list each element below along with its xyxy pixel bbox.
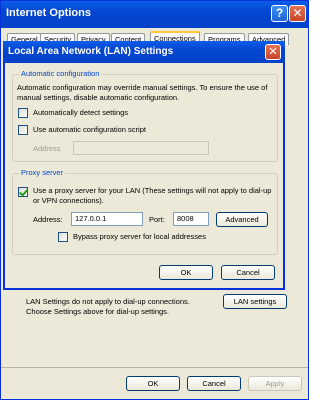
use-config-script-label[interactable]: Use automatic configuration script — [33, 125, 146, 135]
use-proxy-checkbox[interactable] — [18, 187, 28, 197]
lan-ok-button[interactable]: OK — [159, 265, 213, 280]
close-button[interactable]: ✕ — [289, 5, 306, 22]
use-config-script-checkbox[interactable] — [18, 125, 28, 135]
proxy-port-input[interactable]: 8008 — [173, 212, 209, 226]
lan-dialog-title-bar[interactable]: Local Area Network (LAN) Settings ✕ — [3, 41, 285, 63]
internet-options-title-bar[interactable]: Internet Options ? ✕ — [1, 1, 308, 28]
lan-cancel-button[interactable]: Cancel — [221, 265, 275, 280]
help-button[interactable]: ? — [271, 5, 288, 22]
script-address-label: Address — [33, 144, 61, 153]
automatic-configuration-legend: Automatic configuration — [19, 69, 102, 78]
bypass-local-label[interactable]: Bypass proxy server for local addresses — [73, 232, 206, 242]
automatic-configuration-group: Automatic configuration Automatic config… — [12, 69, 278, 162]
lan-settings-description: LAN Settings do not apply to dial-up con… — [26, 297, 190, 316]
lan-settings-button[interactable]: LAN settings — [223, 294, 287, 309]
auto-detect-label[interactable]: Automatically detect settings — [33, 108, 128, 118]
window-title: Internet Options — [6, 7, 91, 19]
auto-detect-checkbox[interactable] — [18, 108, 28, 118]
bypass-local-checkbox[interactable] — [58, 232, 68, 242]
proxy-address-input[interactable]: 127.0.0.1 — [71, 212, 143, 226]
advanced-button[interactable]: Advanced — [216, 212, 268, 227]
proxy-server-legend: Proxy server — [19, 168, 66, 177]
lan-dialog-close-button[interactable]: ✕ — [265, 44, 281, 60]
lan-settings-dialog: Local Area Network (LAN) Settings ✕ Auto… — [3, 41, 285, 290]
script-address-field — [73, 141, 209, 155]
close-icon: ✕ — [268, 46, 278, 58]
use-proxy-label[interactable]: Use a proxy server for your LAN (These s… — [33, 186, 273, 206]
proxy-server-group: Proxy server Use a proxy server for your… — [12, 168, 278, 255]
proxy-address-label: Address: — [33, 215, 63, 224]
help-icon: ? — [275, 6, 284, 20]
apply-button: Apply — [248, 376, 302, 391]
outer-ok-button[interactable]: OK — [126, 376, 180, 391]
proxy-port-label: Port: — [149, 215, 165, 224]
outer-cancel-button[interactable]: Cancel — [187, 376, 241, 391]
auto-config-description: Automatic configuration may override man… — [17, 83, 268, 102]
close-icon: ✕ — [292, 6, 303, 20]
lan-dialog-title: Local Area Network (LAN) Settings — [8, 46, 174, 57]
footer-divider — [1, 367, 308, 368]
